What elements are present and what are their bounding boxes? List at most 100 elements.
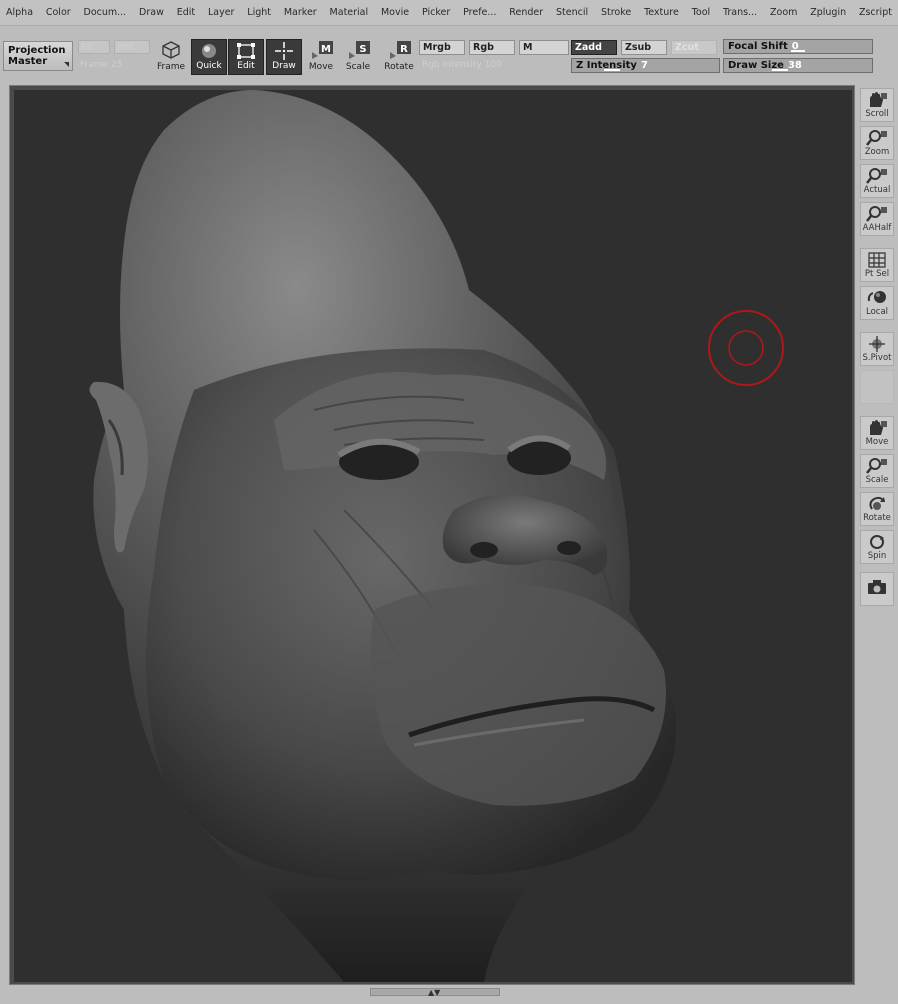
draw-size-slider[interactable]: Draw Size 38	[723, 58, 873, 73]
scale-view-label: Scale	[865, 475, 889, 485]
draw-button[interactable]: Draw	[266, 39, 302, 75]
rotate-label: Rotate	[384, 62, 414, 72]
menu-movie[interactable]: Movie	[381, 7, 409, 18]
focal-shift-track	[791, 50, 805, 52]
actual-button[interactable]: Actual	[860, 164, 894, 198]
svg-text:R: R	[400, 44, 408, 55]
menu-picker[interactable]: Picker	[422, 7, 450, 18]
snapshot-button[interactable]	[860, 572, 894, 606]
quick-label: Quick	[196, 61, 222, 71]
scale-button[interactable]: S Scale	[340, 39, 376, 75]
menu-layer[interactable]: Layer	[208, 7, 235, 18]
right-shelf: Scroll Zoom Actual AAHalf Pt Sel Local S…	[860, 88, 894, 608]
menu-light[interactable]: Light	[247, 7, 271, 18]
edit-label: Edit	[237, 61, 255, 71]
zcut-button: Zcut	[671, 40, 717, 55]
z-intensity-value: 7	[640, 60, 648, 71]
ptsel-label: Pt Sel	[864, 269, 890, 279]
move-m-icon: M	[303, 39, 339, 61]
scale-view-button[interactable]: Scale	[860, 454, 894, 488]
menu-transform[interactable]: Trans...	[723, 7, 757, 18]
brush-cursor-icon	[708, 310, 784, 386]
edit-icon	[229, 40, 263, 62]
menu-preferences[interactable]: Prefe...	[463, 7, 496, 18]
menu-edit[interactable]: Edit	[177, 7, 195, 18]
focal-shift-slider[interactable]: Focal Shift 0	[723, 39, 873, 54]
draw-label: Draw	[272, 61, 296, 71]
local-icon	[861, 287, 893, 307]
spivot-icon	[861, 333, 893, 353]
bottom-tray-handle[interactable]: ▲▼	[370, 988, 500, 997]
menu-zscript[interactable]: Zscript	[859, 7, 892, 18]
scroll-label: Scroll	[865, 109, 889, 119]
menu-color[interactable]: Color	[46, 7, 71, 18]
quick-button[interactable]: Quick	[191, 39, 227, 75]
move-button[interactable]: M Move	[303, 39, 339, 75]
rgb-intensity-disabled: Rgb Intensity 100	[422, 60, 502, 70]
rotate-r-icon: R	[381, 39, 417, 61]
mrgb-button[interactable]: Mrgb	[419, 40, 465, 55]
menu-draw[interactable]: Draw	[139, 7, 164, 18]
scroll-button[interactable]: Scroll	[860, 88, 894, 122]
zoom-label: Zoom	[864, 147, 890, 157]
zsub-button[interactable]: Zsub	[621, 40, 667, 55]
menu-zoom[interactable]: Zoom	[770, 7, 797, 18]
svg-text:S: S	[359, 44, 366, 55]
menu-tool[interactable]: Tool	[692, 7, 710, 18]
zoom-button[interactable]: Zoom	[860, 126, 894, 160]
zoom-magnifier-icon	[861, 127, 893, 147]
menu-render[interactable]: Render	[509, 7, 543, 18]
draw-size-value: 38	[787, 60, 802, 71]
rotate-view-button[interactable]: Rotate	[860, 492, 894, 526]
frame-button[interactable]: Frame	[153, 39, 189, 75]
z-intensity-slider[interactable]: Z Intensity 7	[571, 58, 720, 73]
actual-label: Actual	[863, 185, 891, 195]
projection-master-button[interactable]: Projection Master	[3, 41, 73, 71]
rotate-view-label: Rotate	[863, 513, 891, 523]
document-canvas[interactable]	[14, 90, 852, 982]
disabled-shelf-button	[860, 370, 894, 404]
menu-texture[interactable]: Texture	[644, 7, 679, 18]
focal-shift-label: Focal Shift	[728, 41, 788, 52]
move-view-button[interactable]: Move	[860, 416, 894, 450]
z-intensity-track	[604, 69, 620, 71]
menu-zplugin[interactable]: Zplugin	[810, 7, 846, 18]
scroll-hand-icon	[861, 89, 893, 109]
ptsel-grid-icon	[861, 249, 893, 269]
menu-alpha[interactable]: Alpha	[6, 7, 33, 18]
collapse-arrows-icon: ▲▼	[428, 988, 441, 997]
sculpted-gorilla-head	[89, 90, 677, 982]
move-label: Move	[308, 62, 334, 72]
camera-icon	[861, 573, 893, 601]
rotate-icon	[861, 493, 893, 513]
spin-label: Spin	[867, 551, 887, 561]
edit-button[interactable]: Edit	[228, 39, 264, 75]
top-shelf: Projection Master Fill Pfill Frame 25 Fr…	[0, 27, 898, 79]
menu-material[interactable]: Material	[330, 7, 369, 18]
rotate-button[interactable]: R Rotate	[381, 39, 417, 75]
menu-stencil[interactable]: Stencil	[556, 7, 588, 18]
projection-master-label: Projection Master	[8, 45, 66, 67]
menu-bar: Alpha Color Docum... Draw Edit Layer Lig…	[0, 0, 898, 26]
scale-s-icon: S	[340, 39, 376, 61]
aahalf-button[interactable]: AAHalf	[860, 202, 894, 236]
actual-magnifier-icon	[861, 165, 893, 185]
ptsel-button[interactable]: Pt Sel	[860, 248, 894, 282]
frame-icon	[153, 39, 189, 61]
m-button[interactable]: M	[519, 40, 569, 55]
menu-document[interactable]: Docum...	[84, 7, 127, 18]
local-button[interactable]: Local	[860, 286, 894, 320]
frame-label: Frame	[156, 62, 186, 72]
quick-sketch-icon	[192, 40, 226, 62]
menu-stroke[interactable]: Stroke	[601, 7, 631, 18]
aahalf-label: AAHalf	[862, 223, 892, 233]
spin-icon	[861, 531, 893, 551]
rgb-button[interactable]: Rgb	[469, 40, 515, 55]
menu-marker[interactable]: Marker	[284, 7, 317, 18]
aahalf-magnifier-icon	[861, 203, 893, 223]
spin-button[interactable]: Spin	[860, 530, 894, 564]
zadd-button[interactable]: Zadd	[571, 40, 617, 55]
move-hand-icon	[861, 417, 893, 437]
spivot-button[interactable]: S.Pivot	[860, 332, 894, 366]
dropdown-corner-icon	[64, 62, 69, 67]
